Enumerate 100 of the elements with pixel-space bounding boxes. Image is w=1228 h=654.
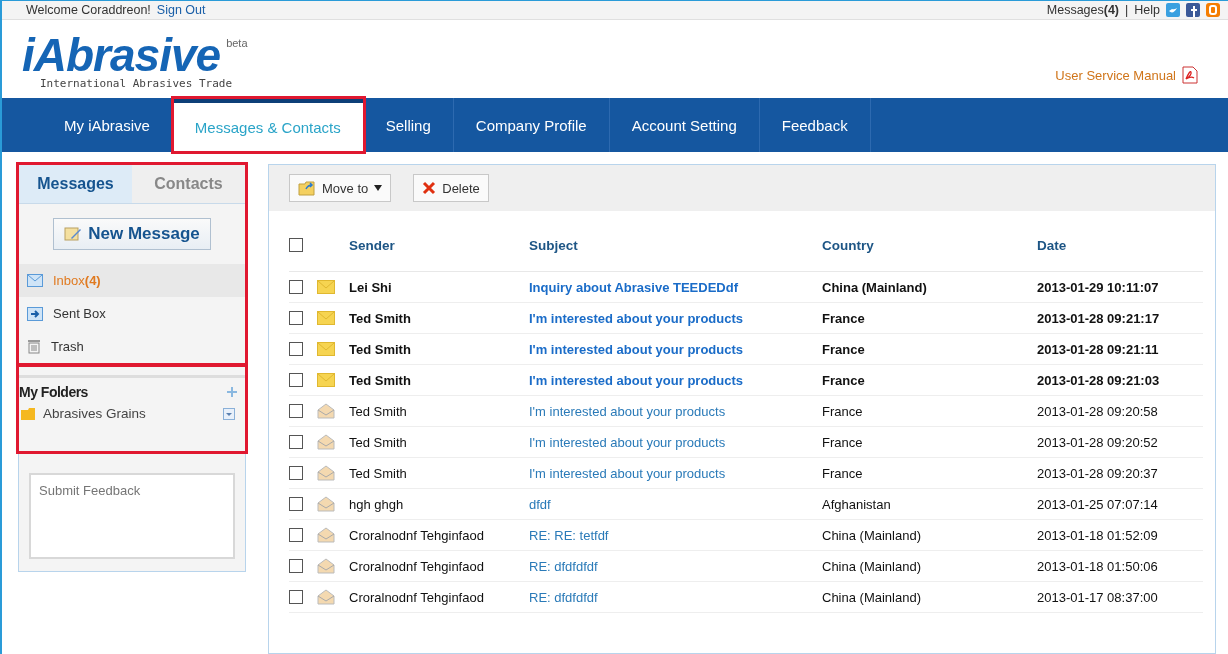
nav-tab[interactable]: Company Profile (453, 98, 610, 152)
subject-link[interactable]: dfdf (529, 496, 822, 512)
envelope-icon (27, 274, 43, 287)
country-cell-text: France (822, 310, 866, 326)
sign-out-link[interactable]: Sign Out (156, 3, 206, 17)
social-square-icon[interactable] (1186, 3, 1200, 17)
sender-cell-text: Ted Smith (349, 341, 412, 357)
date-cell-text: 2013-01-25 07:07:14 (1037, 496, 1159, 512)
mailbox-item[interactable]: Trash (19, 330, 245, 363)
date-cell-text: 2013-01-28 09:20:37 (1037, 465, 1159, 481)
open-envelope-icon (317, 558, 335, 574)
beta-label: beta (226, 37, 248, 49)
country-cell-text: China (Mainland) (822, 558, 922, 574)
new-message-button[interactable]: New Message (53, 218, 211, 250)
row-checkbox[interactable] (289, 497, 303, 511)
date-cell-text: 2013-01-18 01:52:09 (1037, 527, 1159, 543)
column-header[interactable]: Sender (349, 237, 529, 253)
sender-cell-text: Ted Smith (349, 310, 412, 326)
dropdown-icon[interactable] (223, 407, 235, 420)
row-checkbox[interactable] (289, 466, 303, 480)
open-envelope-icon (317, 496, 335, 512)
sender-cell-text: Croralnodnf Tehginfaod (349, 527, 485, 543)
folder-item[interactable]: Abrasives Grains (19, 404, 245, 451)
envelope-icon (317, 311, 335, 325)
sender-cell-text: Ted Smith (349, 403, 408, 419)
subject-link[interactable]: I'm interested about your products (529, 465, 822, 481)
country-cell-text: France (822, 403, 864, 419)
subject-link[interactable]: I'm interested about your products (529, 434, 822, 450)
pencil-note-icon (64, 226, 83, 242)
date-cell-text: 2013-01-28 09:21:03 (1037, 372, 1161, 388)
row-checkbox[interactable] (289, 559, 303, 573)
country-cell-text: China (Mainland) (822, 279, 928, 295)
logo[interactable]: iAbrasive (22, 33, 221, 77)
bird-icon[interactable] (1166, 3, 1180, 17)
date-cell-text: 2013-01-18 01:50:06 (1037, 558, 1159, 574)
sender-cell-text: Lei Shi (349, 279, 393, 295)
subject-link[interactable]: RE: dfdfdfdf (529, 558, 822, 574)
column-header[interactable]: Country (822, 237, 1037, 253)
subject-link[interactable]: I'm interested about your products (529, 310, 822, 326)
mailbox-item[interactable]: Sent Box (19, 297, 245, 330)
row-checkbox[interactable] (289, 528, 303, 542)
envelope-icon (317, 373, 335, 387)
user-manual-link[interactable]: User Service Manual (1055, 66, 1198, 84)
sender-cell-text: Ted Smith (349, 465, 408, 481)
tagline: International Abrasives Trade (40, 77, 234, 90)
date-cell-text: 2013-01-29 10:11:07 (1037, 279, 1160, 295)
open-envelope-icon (317, 527, 335, 543)
date-cell-text: 2013-01-28 09:20:58 (1037, 403, 1159, 419)
row-checkbox[interactable] (289, 590, 303, 604)
sender-cell-text: hgh ghgh (349, 496, 405, 512)
subject-link[interactable]: Inquiry about Abrasive TEEDEDdf (529, 279, 822, 295)
country-cell-text: China (Mainland) (822, 527, 922, 543)
nav-tab[interactable]: Feedback (759, 98, 871, 152)
nav-tab[interactable]: Account Setting (609, 98, 760, 152)
country-cell-text: Afghanistan (822, 496, 892, 512)
date-cell-text: 2013-01-28 09:21:17 (1037, 310, 1161, 326)
sender-cell-text: Croralnodnf Tehginfaod (349, 558, 485, 574)
sent-mail-icon (27, 306, 43, 321)
row-checkbox[interactable] (289, 342, 303, 356)
row-checkbox[interactable] (289, 435, 303, 449)
open-envelope-icon (317, 589, 335, 605)
messages-link[interactable]: Messages(4) (1046, 3, 1120, 17)
row-checkbox[interactable] (289, 280, 303, 294)
open-envelope-icon (317, 434, 335, 450)
country-cell-text: France (822, 341, 866, 357)
feedback-field[interactable]: Submit Feedback (29, 473, 235, 559)
folders-title: My Folders (19, 384, 88, 400)
sender-cell-text: Ted Smith (349, 372, 412, 388)
subject-link[interactable]: RE: dfdfdfdf (529, 589, 822, 605)
row-checkbox[interactable] (289, 373, 303, 387)
date-cell-text: 2013-01-17 08:37:00 (1037, 589, 1159, 605)
sender-cell-text: Ted Smith (349, 434, 408, 450)
country-cell-text: France (822, 372, 866, 388)
date-cell-text: 2013-01-28 09:20:52 (1037, 434, 1159, 450)
envelope-icon (317, 342, 335, 356)
subject-link[interactable]: I'm interested about your products (529, 372, 822, 388)
close-icon (422, 181, 437, 195)
help-link[interactable]: Help (1134, 3, 1160, 17)
delete-button[interactable]: Delete (413, 174, 489, 202)
subject-link[interactable]: I'm interested about your products (529, 403, 822, 419)
select-all-checkbox[interactable] (289, 238, 303, 252)
sidebar-tab[interactable]: Messages (19, 165, 132, 203)
sender-cell-text: Croralnodnf Tehginfaod (349, 589, 485, 605)
blog-icon[interactable] (1206, 3, 1220, 17)
nav-tab[interactable]: Selling (363, 98, 454, 152)
subject-link[interactable]: RE: RE: tetfdf (529, 527, 822, 543)
move-to-button[interactable]: Move to (289, 174, 392, 202)
pdf-icon (1182, 66, 1198, 84)
country-cell-text: China (Mainland) (822, 589, 922, 605)
row-checkbox[interactable] (289, 404, 303, 418)
row-checkbox[interactable] (289, 311, 303, 325)
column-header[interactable]: Date (1037, 237, 1203, 253)
open-envelope-icon (317, 403, 335, 419)
folder-arrow-icon (298, 180, 316, 196)
subject-link[interactable]: I'm interested about your products (529, 341, 822, 357)
welcome-text: Welcome Coraddreon! (26, 3, 151, 17)
separator-text: | (1125, 3, 1129, 17)
column-header[interactable]: Subject (529, 237, 822, 253)
caret-icon (374, 185, 383, 191)
open-envelope-icon (317, 465, 335, 481)
